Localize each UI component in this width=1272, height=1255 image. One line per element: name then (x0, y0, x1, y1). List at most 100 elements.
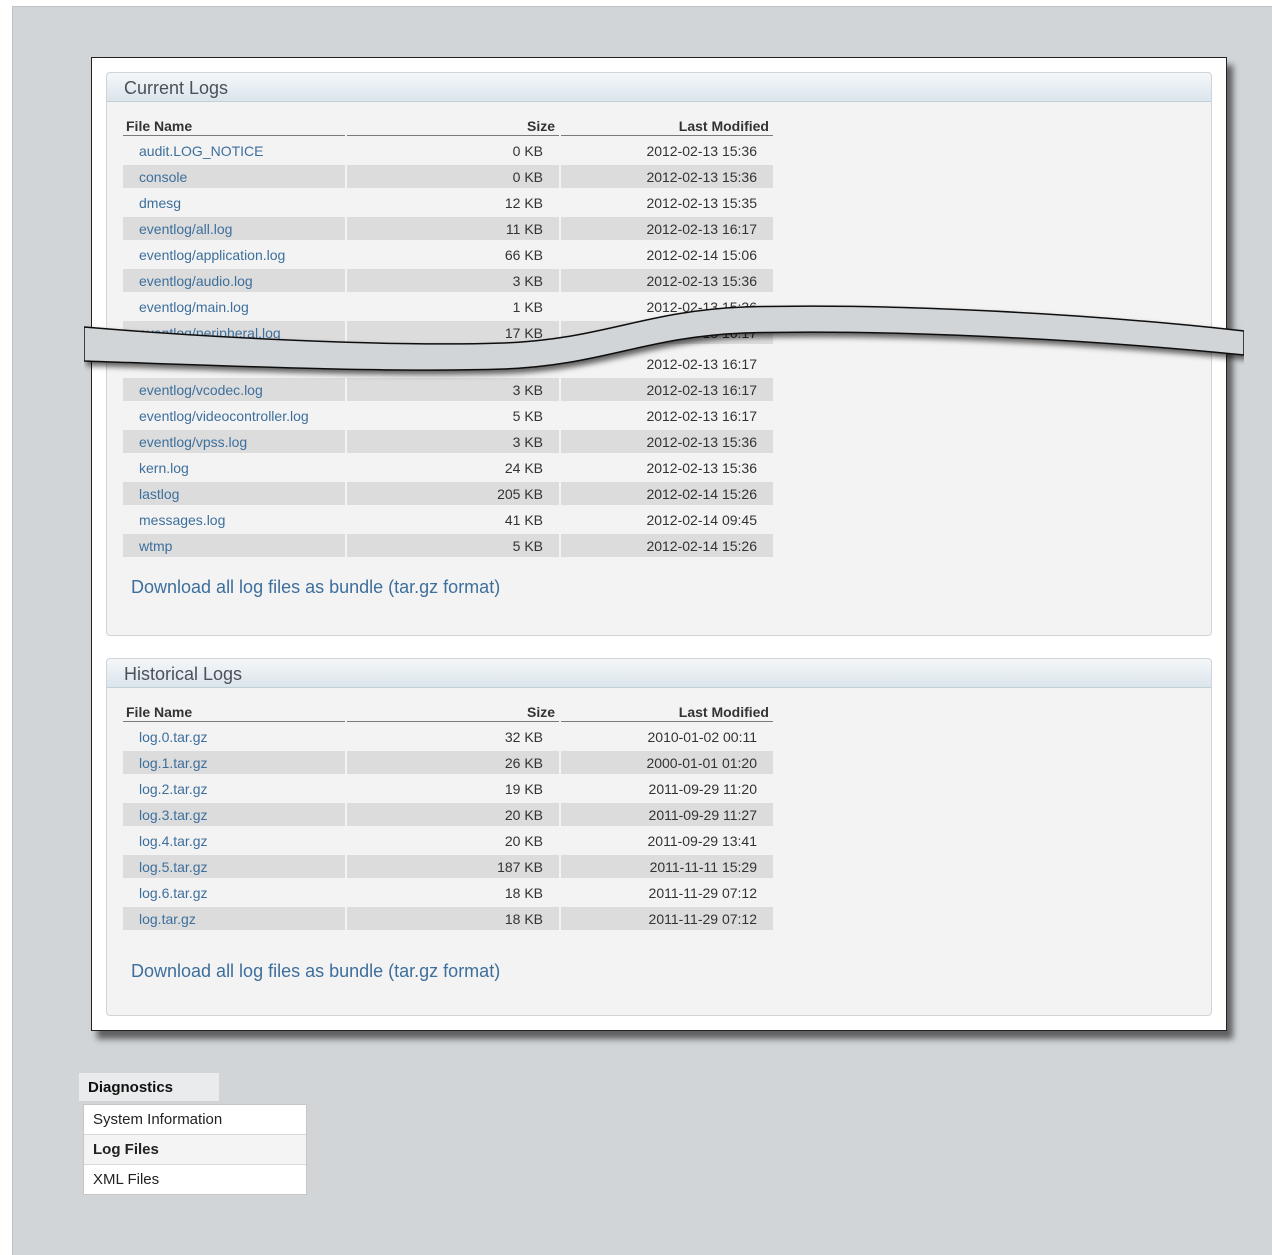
table-header-row: File Name Size Last Modified (123, 116, 773, 136)
file-link[interactable]: console (139, 169, 187, 185)
file-size-cell: 0 KB (512, 142, 543, 159)
last-modified-cell: 2012-02-13 16:17 (561, 217, 773, 240)
file-name-cell: wtmp (123, 534, 345, 557)
file-name-cell: eventlog/videocontroller.log (123, 404, 345, 427)
last-modified-cell: 2012-02-13 15:36 (646, 459, 757, 476)
file-link[interactable]: log.1.tar.gz (139, 755, 208, 771)
last-modified-cell: 2011-11-11 15:29 (561, 855, 773, 878)
historical-logs-table: File Name Size Last Modified log.0.tar.g… (121, 699, 775, 933)
file-size-cell: 3 KB (347, 269, 559, 292)
file-size-cell: 41 KB (504, 511, 543, 528)
last-modified-cell: 2011-09-29 11:20 (648, 780, 757, 797)
file-size-cell: 11 KB (347, 217, 559, 240)
column-header-last-modified: Last Modified (561, 702, 773, 722)
table-row: log.1.tar.gz 26 KB 2000-01-01 01:20 (123, 751, 773, 774)
file-link[interactable]: log.3.tar.gz (139, 807, 208, 823)
file-size-cell: 18 KB (504, 884, 543, 901)
file-link[interactable]: log.2.tar.gz (139, 781, 208, 797)
file-size-cell: 26 KB (347, 751, 559, 774)
table-row: log.6.tar.gz 18 KB 2011-11-29 07:12 (123, 881, 773, 904)
current-logs-download-bundle-link[interactable]: Download all log files as bundle (tar.gz… (131, 577, 500, 598)
last-modified-cell: 2012-02-14 15:06 (646, 246, 757, 263)
current-logs-title: Current Logs (107, 73, 1211, 102)
file-link[interactable]: log.0.tar.gz (139, 729, 208, 745)
table-row: log.tar.gz 18 KB 2011-11-29 07:12 (123, 907, 773, 930)
table-row: console 0 KB 2012-02-13 15:36 (123, 165, 773, 188)
file-link[interactable]: eventlog/application.log (139, 247, 285, 263)
file-link[interactable]: eventlog/videocontroller.log (139, 408, 309, 424)
file-size-cell: 5 KB (347, 534, 559, 557)
file-name-cell: log.5.tar.gz (123, 855, 345, 878)
table-row: dmesg 12 KB 2012-02-13 15:35 (123, 191, 773, 214)
file-link[interactable]: eventlog/audio.log (139, 273, 253, 289)
torn-paper-break (84, 305, 1244, 371)
nav-item-log-files[interactable]: Log Files (84, 1135, 306, 1165)
file-size-cell: 0 KB (347, 165, 559, 188)
last-modified-cell: 2012-02-13 16:17 (646, 407, 757, 424)
file-link[interactable]: wtmp (139, 538, 172, 554)
table-row: eventlog/all.log 11 KB 2012-02-13 16:17 (123, 217, 773, 240)
file-size-cell: 66 KB (504, 246, 543, 263)
table-row: log.0.tar.gz 32 KB 2010-01-02 00:11 (123, 725, 773, 748)
file-name-cell: log.3.tar.gz (123, 803, 345, 826)
column-header-size: Size (347, 116, 559, 136)
file-name-cell: log.2.tar.gz (123, 777, 345, 800)
last-modified-cell: 2010-01-02 00:11 (647, 728, 758, 745)
column-header-last-modified: Last Modified (561, 116, 773, 136)
file-link[interactable]: dmesg (139, 195, 181, 211)
table-row: wtmp 5 KB 2012-02-14 15:26 (123, 534, 773, 557)
last-modified-cell: 2012-02-13 15:35 (646, 194, 757, 211)
file-size-cell: 24 KB (504, 459, 543, 476)
file-name-cell: dmesg (123, 191, 345, 214)
nav-menu: System Information Log Files XML Files (83, 1104, 307, 1195)
file-size-cell: 32 KB (504, 728, 543, 745)
file-size-cell: 19 KB (504, 780, 543, 797)
file-size-cell: 12 KB (504, 194, 543, 211)
last-modified-cell: 2011-11-29 07:12 (648, 884, 757, 901)
table-row: log.2.tar.gz 19 KB 2011-09-29 11:20 (123, 777, 773, 800)
file-size-cell: 18 KB (347, 907, 559, 930)
last-modified-cell: 2012-02-14 15:26 (561, 482, 773, 505)
file-name-cell: eventlog/application.log (123, 243, 345, 266)
file-size-cell: 3 KB (347, 430, 559, 453)
historical-logs-panel: Historical Logs File Name Size Last Modi… (106, 658, 1212, 1016)
file-link[interactable]: eventlog/all.log (139, 221, 232, 237)
file-size-cell: 20 KB (504, 832, 543, 849)
last-modified-cell: 2011-09-29 11:27 (561, 803, 773, 826)
table-row: eventlog/videocontroller.log 5 KB 2012-02-… (123, 404, 773, 427)
file-link[interactable]: log.5.tar.gz (139, 859, 208, 875)
file-link[interactable]: audit.LOG_NOTICE (139, 143, 264, 159)
last-modified-cell: 2012-02-14 09:45 (646, 511, 757, 528)
table-row: eventlog/audio.log 3 KB 2012-02-13 15:36 (123, 269, 773, 292)
table-row: lastlog 205 KB 2012-02-14 15:26 (123, 482, 773, 505)
nav-item-xml-files[interactable]: XML Files (84, 1165, 306, 1194)
file-link[interactable]: log.tar.gz (139, 911, 196, 927)
file-name-cell: lastlog (123, 482, 345, 505)
file-link[interactable]: log.4.tar.gz (139, 833, 208, 849)
file-link[interactable]: kern.log (139, 460, 189, 476)
log-files-screenshot: Current Logs File Name Size Last Modifie… (84, 57, 1244, 1031)
file-link[interactable]: log.6.tar.gz (139, 885, 208, 901)
column-header-size: Size (347, 702, 559, 722)
nav-section-diagnostics[interactable]: Diagnostics (79, 1073, 219, 1101)
historical-logs-download-bundle-link[interactable]: Download all log files as bundle (tar.gz… (131, 961, 500, 982)
file-link[interactable]: lastlog (139, 486, 179, 502)
column-header-file-name: File Name (123, 702, 345, 722)
file-size-cell: 205 KB (347, 482, 559, 505)
file-link[interactable]: messages.log (139, 512, 225, 528)
table-row: messages.log 41 KB 2012-02-14 09:45 (123, 508, 773, 531)
nav-item-system-information[interactable]: System Information (84, 1105, 306, 1135)
file-size-cell: 187 KB (347, 855, 559, 878)
table-row: eventlog/application.log 66 KB 2012-02-14 … (123, 243, 773, 266)
file-link[interactable]: eventlog/vpss.log (139, 434, 247, 450)
file-name-cell: kern.log (123, 456, 345, 479)
file-name-cell: eventlog/all.log (123, 217, 345, 240)
file-name-cell: messages.log (123, 508, 345, 531)
file-size-cell: 20 KB (347, 803, 559, 826)
file-name-cell: log.1.tar.gz (123, 751, 345, 774)
last-modified-cell: 2012-02-13 15:36 (561, 165, 773, 188)
file-name-cell: eventlog/vpss.log (123, 430, 345, 453)
file-name-cell: eventlog/audio.log (123, 269, 345, 292)
last-modified-cell: 2012-02-14 15:26 (561, 534, 773, 557)
table-row: audit.LOG_NOTICE 0 KB 2012-02-13 15:36 (123, 139, 773, 162)
